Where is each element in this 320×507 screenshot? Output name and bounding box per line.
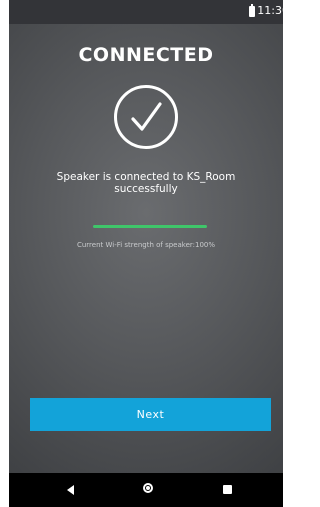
wifi-strength-fill — [93, 225, 207, 228]
battery-icon — [249, 4, 255, 17]
connection-result-panel: CONNECTED Speaker is connected to KS_Roo… — [9, 24, 283, 473]
back-triangle-icon[interactable] — [67, 485, 74, 495]
wifi-strength-label: Current Wi-Fi strength of speaker:100% — [76, 241, 216, 249]
navigation-bar — [9, 473, 283, 507]
check-circle-icon — [114, 85, 178, 149]
next-button[interactable]: Next — [30, 398, 271, 431]
status-bar: 11:30 — [9, 0, 283, 24]
home-circle-icon[interactable] — [143, 483, 153, 493]
phone-screen: 11:30 CONNECTED Speaker is connected to … — [9, 0, 283, 507]
wifi-strength-bar — [93, 225, 207, 228]
page-title: CONNECTED — [78, 44, 214, 66]
status-clock: 11:30 — [257, 4, 283, 17]
recents-square-icon[interactable] — [223, 485, 232, 494]
connection-message: Speaker is connected to KS_Room successf… — [56, 171, 236, 195]
